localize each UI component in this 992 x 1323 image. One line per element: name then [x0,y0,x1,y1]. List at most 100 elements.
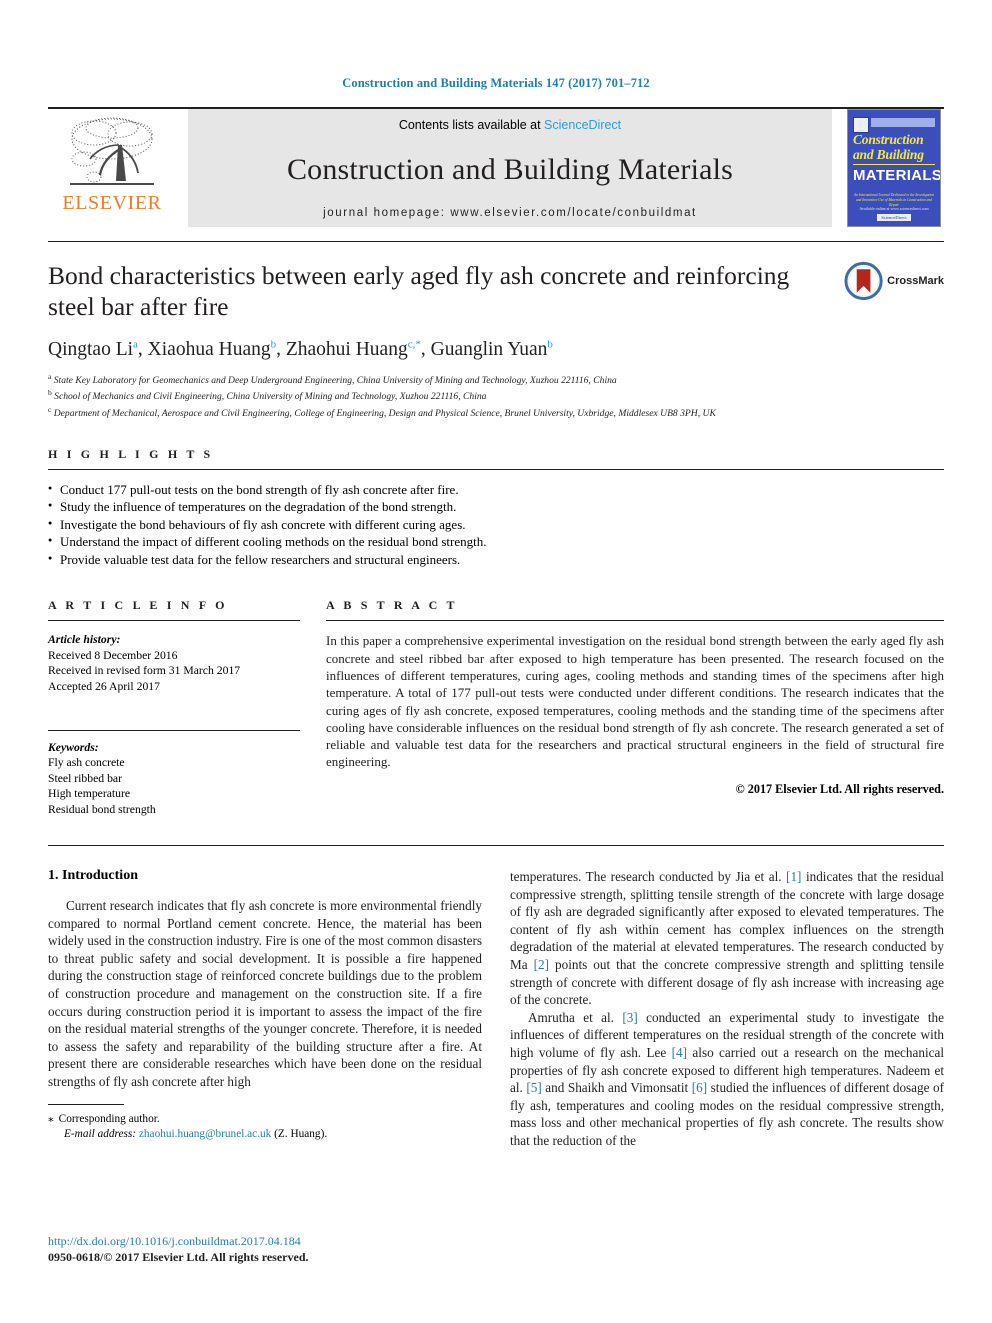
author-item: Qingtao Lia [48,338,138,360]
sciencedirect-link[interactable]: ScienceDirect [544,118,621,132]
list-item: Provide valuable test data for the fello… [48,550,944,569]
paragraph: Current research indicates that fly ash … [48,898,482,1089]
doi-footer: http://dx.doi.org/10.1016/j.conbuildmat.… [48,1234,309,1265]
article-info-rule [48,620,300,622]
keyword-item: High temperature [48,787,131,801]
info-abstract-block: A R T I C L E I N F O Article history: R… [48,598,944,817]
citation-ref[interactable]: [2] [534,957,549,972]
journal-band: Contents lists available at ScienceDirec… [188,109,832,227]
journal-cover-thumbnail[interactable]: Construction and Building MATERIALS An I… [844,109,944,227]
paper-page: Construction and Building Materials 147 … [0,0,992,1323]
paragraph: temperatures. The research conducted by … [510,868,944,1009]
keywords-block: Keywords: Fly ash concrete Steel ribbed … [48,729,300,817]
section-heading-introduction: 1. Introduction [48,868,138,883]
keyword-item: Steel ribbed bar [48,771,122,785]
affiliation-text: State Key Laboratory for Geomechanics an… [53,374,617,386]
copyright-line: © 2017 Elsevier Ltd. All rights reserved… [735,781,944,796]
cover-title-line2: and Building [853,147,924,162]
author-item: Guanglin Yuanb [430,338,553,360]
citation-ref[interactable]: [1] [786,869,801,884]
author-sep: , [137,338,148,360]
paragraph-part: Amrutha et al. [528,1009,623,1025]
corresponding-author-label: Corresponding author. [58,1112,160,1125]
author-name: Qingtao Li [48,338,134,360]
body-top-rule [48,845,944,846]
citation-ref[interactable]: [6] [692,1080,707,1095]
crossmark-icon [844,261,883,301]
email-link[interactable]: zhaohui.huang@brunel.ac.uk [139,1128,271,1140]
contents-line: Contents lists available at ScienceDirec… [399,118,621,132]
running-head: Construction and Building Materials 147 … [342,76,650,90]
elsevier-tree-icon [60,115,164,191]
abstract-column: A B S T R A C T In this paper a comprehe… [326,598,944,817]
article-history-item: Received 8 December 2016 [48,648,178,662]
list-item: Investigate the bond behaviours of fly a… [48,515,944,534]
body-column-left: 1. Introduction Current research indicat… [48,868,482,1150]
body-columns: 1. Introduction Current research indicat… [48,868,944,1150]
page-title: Bond characteristics between early aged … [48,261,790,321]
email-label: E-mail address: [64,1127,137,1140]
cover-sciencedirect-badge: ScienceDirect [877,214,911,221]
keyword-item: Fly ash concrete [48,756,125,770]
list-item: Study the influence of temperatures on t… [48,497,944,516]
highlights-section: H I G H L I G H T S Conduct 177 pull-out… [48,447,944,569]
affiliation-text: Department of Mechanical, Aerospace and … [53,408,716,420]
list-item: Understand the impact of different cooli… [48,532,944,551]
list-item: Conduct 177 pull-out tests on the bond s… [48,480,944,499]
author-affil-marker: c,* [407,338,421,350]
cover-top-strip [871,118,935,127]
journal-homepage-link[interactable]: journal homepage: www.elsevier.com/locat… [323,207,697,219]
masthead-bottom-rule [48,241,944,242]
affiliation-item: a State Key Laboratory for Geomechanics … [48,371,944,388]
crossmark-label: CrossMark [887,275,944,287]
affiliation-marker: b [48,388,52,398]
author-sep: , [276,338,286,360]
footnote-corresponding-author: ⁎ Corresponding author. E-mail address: z… [48,1112,482,1142]
affiliation-text: School of Mechanics and Civil Engineerin… [54,391,487,403]
cover-image: Construction and Building MATERIALS An I… [847,109,941,227]
affiliation-marker: a [48,371,52,381]
paragraph-part: points out that the concrete compressive… [510,956,944,1008]
author-item: Zhaohui Huangc,* [285,338,421,360]
paragraph: Amrutha et al. [3] conducted an experime… [510,1009,944,1150]
highlights-list: Conduct 177 pull-out tests on the bond s… [48,480,944,569]
citation-ref[interactable]: [5] [526,1080,541,1095]
body-column-right: temperatures. The research conducted by … [510,868,944,1150]
author-list: Qingtao Lia, Xiaohua Huangb, Zhaohui Hua… [48,338,944,361]
affiliation-item: c Department of Mechanical, Aerospace an… [48,404,944,421]
article-history-label: Article history: [48,633,121,647]
article-history: Article history: Received 8 December 201… [48,632,300,694]
citation-ref[interactable]: [3] [622,1010,637,1025]
title-block: Bond characteristics between early aged … [48,260,944,421]
article-history-item: Received in revised form 31 March 2017 [48,664,241,678]
keywords-label: Keywords: [48,740,99,754]
corresponding-author-marker: ⁎ [48,1112,54,1125]
abstract-text: In this paper a comprehensive experiment… [326,633,944,770]
abstract-rule [326,620,944,622]
citation-ref[interactable]: [4] [672,1045,687,1060]
affiliation-marker: c [48,405,52,415]
cover-footer-text: Available online at www.sciencedirect.co… [859,206,929,211]
abstract-heading: A B S T R A C T [326,598,458,613]
elsevier-logo: ELSEVIER [48,109,176,227]
crossmark-badge[interactable]: CrossMark [844,260,944,302]
keyword-item: Residual bond strength [48,802,156,816]
doi-link[interactable]: http://dx.doi.org/10.1016/j.conbuildmat.… [48,1234,309,1250]
author-name: Zhaohui Huang [285,338,408,360]
cover-badge-icon [853,117,869,133]
footnote-rule [48,1103,124,1105]
elsevier-wordmark: ELSEVIER [62,192,162,214]
author-name: Xiaohua Huang [147,338,271,360]
paragraph-part: and Shaikh and Vimonsatit [541,1080,692,1096]
article-info-heading: A R T I C L E I N F O [48,598,228,613]
author-sep: , [420,338,431,360]
journal-title: Construction and Building Materials [286,152,734,186]
article-history-item: Accepted 26 April 2017 [48,679,160,693]
email-owner: (Z. Huang). [274,1127,328,1140]
author-name: Guanglin Yuan [430,338,548,360]
cover-footer: Available online at www.sciencedirect.co… [848,206,940,221]
affiliation-list: a State Key Laboratory for Geomechanics … [48,371,944,421]
author-item: Xiaohua Huangb [147,338,276,360]
cover-title-line1: Construction [853,132,924,147]
cover-title-line3: MATERIALS [853,164,940,184]
